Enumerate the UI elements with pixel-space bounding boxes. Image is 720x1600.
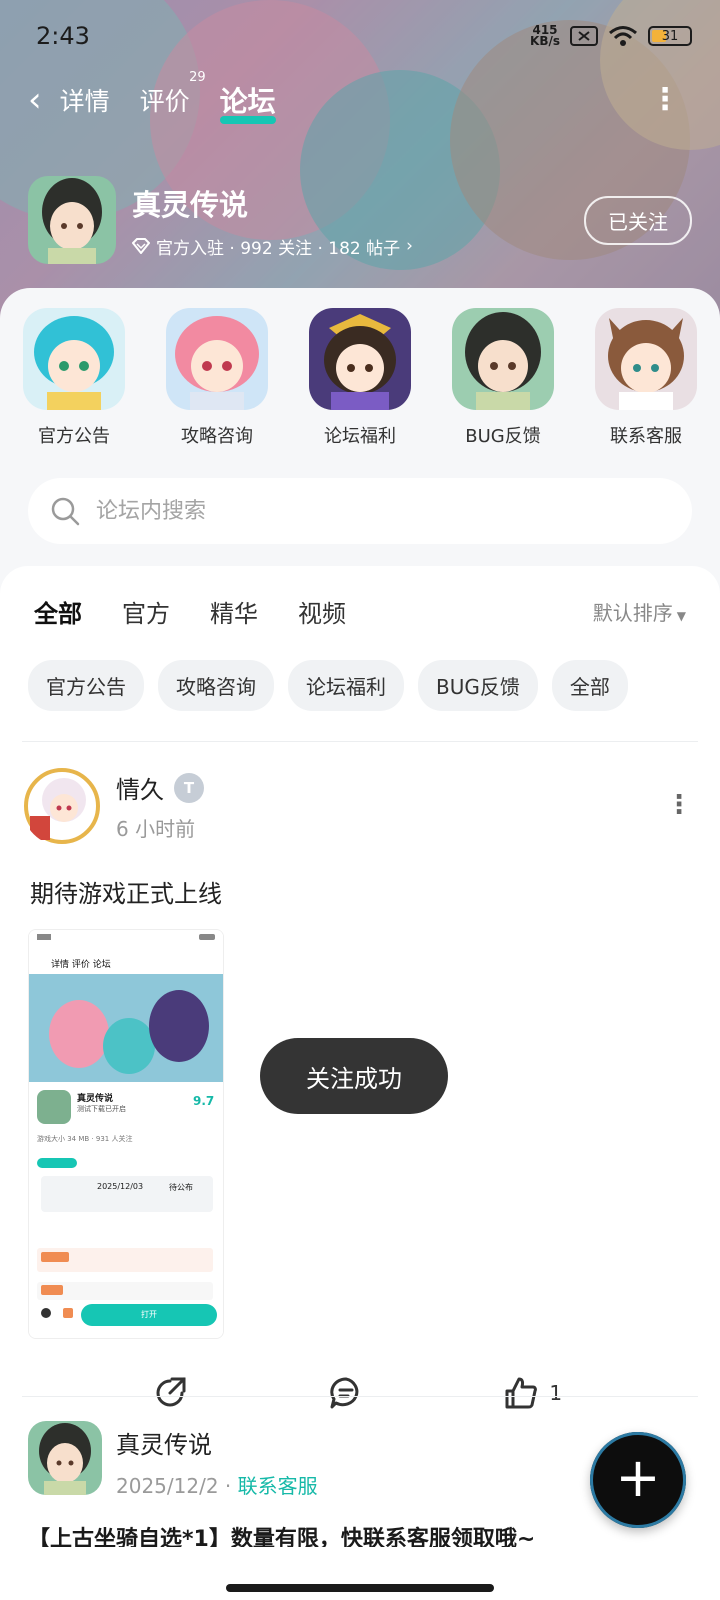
game-header: 2:43 415 KB/s 31 ‹ 详情 评价 29 论坛 ⋮ 真灵传说 官方… (0, 0, 720, 320)
category-bug-report[interactable]: BUG反馈 (451, 308, 555, 448)
toast-follow-success: 关注成功 (260, 1038, 448, 1114)
create-post-button[interactable]: + (590, 1432, 686, 1528)
tab-details[interactable]: 详情 (60, 82, 110, 118)
sim-off-icon (570, 26, 598, 46)
category-guides[interactable]: 攻略咨询 (165, 308, 269, 448)
post-meta: 2025/12/2 · 联系客服 (116, 1474, 318, 1498)
sort-label: 默认排序 (592, 600, 673, 625)
tab-official[interactable]: 官方 (122, 594, 170, 629)
category-icon (166, 308, 268, 410)
wifi-icon (609, 26, 637, 46)
forum-search-bar[interactable] (28, 478, 692, 544)
avatar[interactable] (28, 1421, 102, 1495)
tab-reviews-label: 评价 (139, 87, 190, 116)
chip-guides[interactable]: 攻略咨询 (158, 660, 274, 711)
category-icon (595, 308, 697, 410)
category-label: 论坛福利 (324, 426, 396, 447)
tab-all[interactable]: 全部 (34, 594, 82, 629)
thumb-subtitle: 测试下载已开启 (77, 1105, 126, 1113)
tab-video[interactable]: 视频 (298, 594, 346, 629)
category-row: 官方公告 攻略咨询 论坛福利 BUG反馈 联系客服 (0, 288, 720, 448)
level-badge: T (174, 772, 204, 803)
category-label: 官方公告 (38, 426, 110, 447)
game-info: 真灵传说 官方入驻 · 992 关注 · 182 帖子 › 已关注 (28, 176, 692, 264)
category-label: BUG反馈 (465, 426, 541, 447)
search-icon (51, 497, 80, 526)
game-icon[interactable] (28, 176, 116, 264)
post-time: 6 小时前 (116, 817, 196, 841)
chip-announcements[interactable]: 官方公告 (28, 660, 144, 711)
category-support[interactable]: 联系客服 (594, 308, 698, 448)
caret-down-icon: ▼ (676, 608, 686, 623)
thumb-size: 游戏大小 34 MB · 931 人关注 (37, 1135, 133, 1143)
thumb-title: 真灵传说 (77, 1094, 114, 1104)
post-date: 2025/12/2 (116, 1474, 219, 1498)
category-icon (23, 308, 125, 410)
category-icon (452, 308, 554, 410)
category-icon (309, 308, 411, 410)
feed-tabs: 全部 官方 精华 视频 默认排序 ▼ (0, 566, 720, 636)
tab-details-label: 详情 (59, 87, 110, 116)
game-title: 真灵传说 (132, 187, 249, 222)
verified-diamond-icon (132, 238, 150, 254)
search-input[interactable] (96, 498, 596, 524)
tab-featured[interactable]: 精华 (210, 594, 258, 629)
game-meta[interactable]: 官方入驻 · 992 关注 · 182 帖子 › (132, 234, 413, 259)
post-author[interactable]: 真灵传说 (116, 1425, 318, 1460)
tab-reviews[interactable]: 评价 29 (139, 70, 206, 118)
sort-dropdown[interactable]: 默认排序 ▼ (593, 597, 686, 626)
top-nav: ‹ 详情 评价 29 论坛 ⋮ (28, 70, 680, 124)
avatar[interactable] (22, 766, 102, 846)
divider (22, 1396, 698, 1397)
battery-level: 31 (661, 28, 679, 44)
thumb-date-right: 待公布 (169, 1183, 193, 1192)
reviews-count: 29 (189, 70, 206, 85)
tab-forum-label: 论坛 (219, 85, 276, 118)
category-announcements[interactable]: 官方公告 (22, 308, 126, 448)
thumb-button: 打开 (141, 1310, 157, 1319)
followed-button[interactable]: 已关注 (584, 195, 692, 245)
status-bar: 2:43 415 KB/s 31 (36, 18, 692, 54)
chip-all[interactable]: 全部 (551, 660, 628, 711)
post-image[interactable]: 详情 评价 论坛 真灵传说 测试下载已开启 9.7 游戏大小 34 MB · 9… (28, 929, 224, 1339)
battery-icon: 31 (648, 26, 692, 46)
network-speed: 415 KB/s (530, 24, 560, 48)
plus-icon: + (615, 1446, 661, 1509)
more-vertical-icon[interactable]: ⋮ (650, 85, 680, 115)
category-welfare[interactable]: 论坛福利 (308, 308, 412, 448)
forum-main: 官方公告 攻略咨询 论坛福利 BUG反馈 联系客服 全部 官方 精华 视频 默认… (0, 288, 720, 1600)
thumb-score: 9.7 (193, 1094, 215, 1108)
post-text: 期待游戏正式上线 (30, 880, 222, 908)
post-text: 【上古坐骑自选*1】数量有限，快联系客服领取哦~ (28, 1527, 536, 1547)
chip-welfare[interactable]: 论坛福利 (288, 660, 404, 711)
thumb-date: 2025/12/03 (97, 1182, 144, 1191)
back-icon[interactable]: ‹ (28, 83, 42, 117)
chip-bug-report[interactable]: BUG反馈 (418, 660, 538, 711)
game-meta-text: 官方入驻 · 992 关注 · 182 帖子 (156, 238, 401, 259)
home-indicator[interactable] (226, 1584, 494, 1592)
filter-chips: 官方公告 攻略咨询 论坛福利 BUG反馈 全部 (0, 636, 720, 711)
category-label: 联系客服 (610, 426, 682, 447)
thumb-tabs: 详情 评价 论坛 (51, 960, 111, 970)
chevron-right-icon: › (406, 236, 413, 256)
post-category-link[interactable]: 联系客服 (238, 1474, 318, 1498)
category-label: 攻略咨询 (181, 426, 253, 447)
post-author[interactable]: 情久 (116, 770, 164, 805)
tab-forum[interactable]: 论坛 (219, 80, 276, 124)
more-vertical-icon[interactable]: ⋮ (666, 790, 692, 820)
status-time: 2:43 (36, 22, 90, 50)
network-speed-unit: KB/s (530, 34, 560, 48)
